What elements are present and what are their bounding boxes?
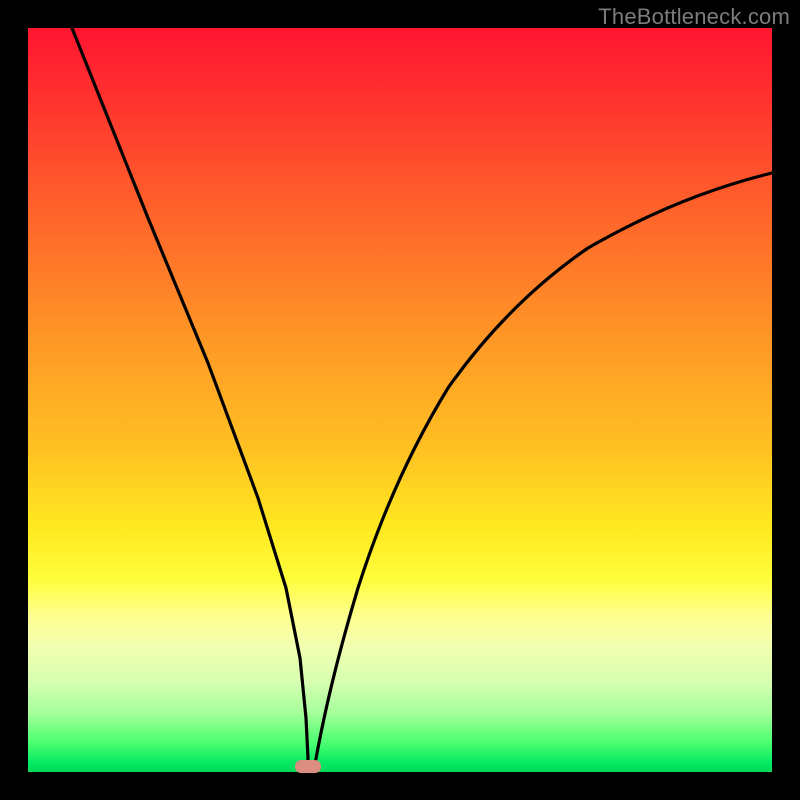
chart-frame: TheBottleneck.com (0, 0, 800, 800)
minimum-marker (295, 760, 321, 773)
chart-plot-area (28, 28, 772, 772)
curve-right-branch (314, 173, 772, 770)
bottleneck-curve (28, 28, 772, 772)
watermark-text: TheBottleneck.com (598, 4, 790, 30)
curve-left-branch (72, 28, 308, 770)
